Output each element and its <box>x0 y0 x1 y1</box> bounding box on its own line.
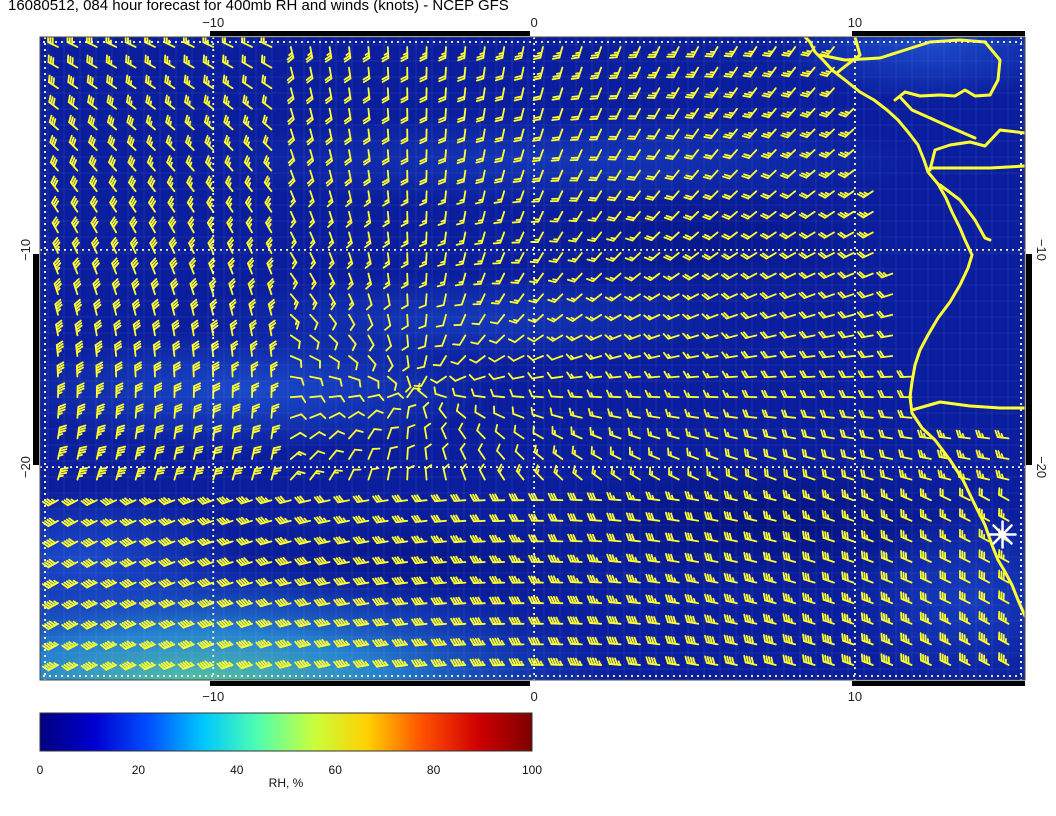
lat-tick-label-left: −20 <box>18 456 33 478</box>
lon-tick-label-top: 10 <box>848 15 862 30</box>
lat-tick-label-right: −10 <box>1034 239 1049 261</box>
colorbar-tick: 20 <box>132 763 146 777</box>
colorbar-tick: 80 <box>427 763 441 777</box>
forecast-map[interactable]: −10 −10 0 0 10 10 −10 −10 −20 −20 0 20 40 60 80 100 RH… <box>0 0 1056 816</box>
colorbar-label: RH, % <box>269 776 304 790</box>
lat-tick-label-right: −20 <box>1034 456 1049 478</box>
colorbar-tick: 0 <box>37 763 44 777</box>
lon-tick-label-top: −10 <box>202 15 224 30</box>
colorbar-tick-labels: 0 20 40 60 80 100 <box>37 763 543 777</box>
lon-tick-label-bottom: 0 <box>530 689 537 704</box>
colorbar-tick: 100 <box>522 763 542 777</box>
colorbar-tick: 60 <box>329 763 343 777</box>
colorbar-ramp <box>39 712 533 752</box>
lon-tick-label-top: 0 <box>530 15 537 30</box>
colorbar: 0 20 40 60 80 100 RH, % <box>37 712 543 790</box>
lat-tick-label-left: −10 <box>18 239 33 261</box>
star-marker <box>988 520 1017 549</box>
lon-tick-label-bottom: −10 <box>202 689 224 704</box>
colorbar-tick: 40 <box>230 763 244 777</box>
lon-tick-label-bottom: 10 <box>848 689 862 704</box>
